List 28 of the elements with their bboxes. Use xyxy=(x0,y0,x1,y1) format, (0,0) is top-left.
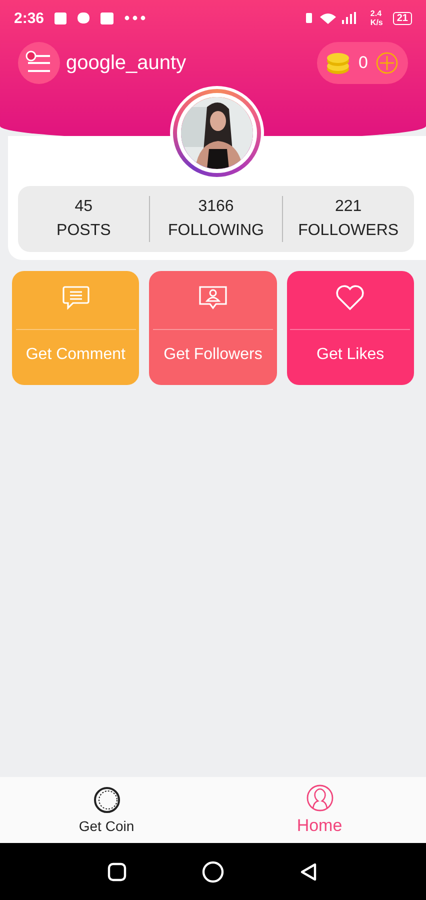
speed-value: 2.4 xyxy=(370,9,383,18)
action-tile[interactable]: Get Followers xyxy=(149,271,277,385)
user-icon xyxy=(306,784,334,812)
menu-button[interactable] xyxy=(18,42,60,84)
more-icon xyxy=(124,15,146,21)
action-tile[interactable]: Get Comment xyxy=(12,271,140,385)
action-tile[interactable]: Get Likes xyxy=(286,271,414,385)
profile-card-icon xyxy=(198,285,228,311)
chat-icon xyxy=(62,285,90,311)
stat-label: POSTS xyxy=(56,222,111,240)
heart-icon xyxy=(335,285,366,311)
recents-icon[interactable] xyxy=(107,862,128,882)
nav-tab[interactable]: Get Coin xyxy=(0,785,213,835)
coin-icon xyxy=(92,786,120,814)
stat-label: FOLLOWERS xyxy=(298,222,399,240)
coins-icon xyxy=(324,51,351,75)
battery-level: 21 xyxy=(392,12,412,24)
speed-unit: K/s xyxy=(370,18,383,27)
back-icon[interactable] xyxy=(298,862,319,882)
username: google_aunty xyxy=(66,52,186,74)
status-time: 2:36 xyxy=(14,10,44,26)
stat-value: 3166 xyxy=(198,198,234,216)
stat-label: FOLLOWING xyxy=(168,222,264,240)
coin-count: 0 xyxy=(358,53,368,73)
stat-value: 45 xyxy=(74,198,93,216)
nav-tab[interactable]: Home xyxy=(213,783,426,837)
home-icon[interactable] xyxy=(202,860,224,882)
stat-value: 221 xyxy=(334,198,362,216)
